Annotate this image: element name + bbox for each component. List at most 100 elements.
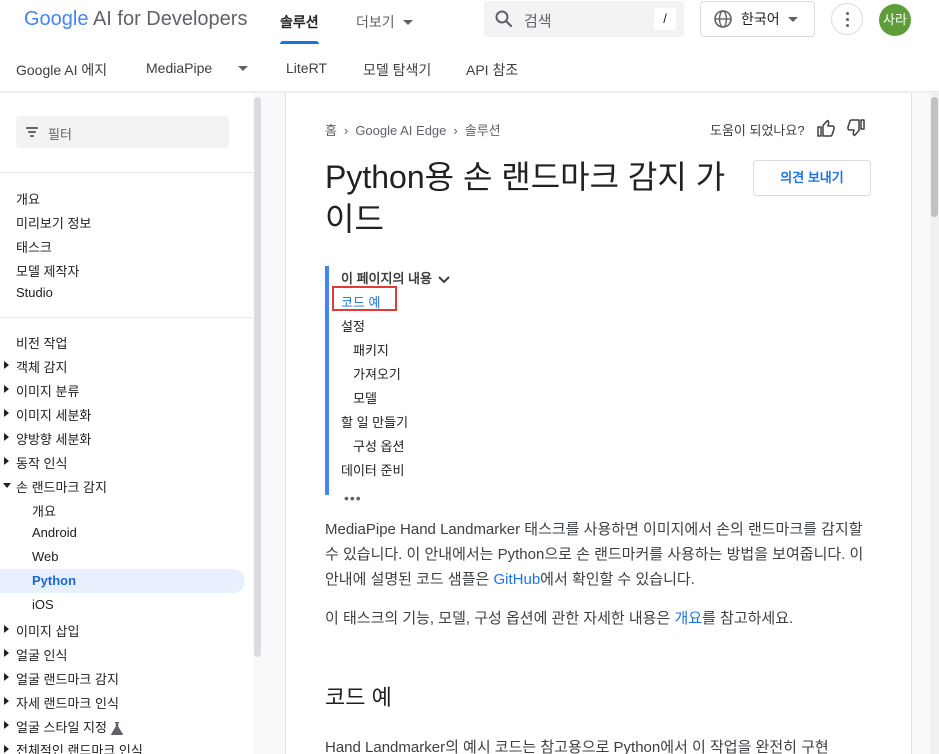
search-placeholder: 검색 <box>524 13 552 30</box>
filter-icon <box>26 127 38 139</box>
top-bar: Google AI for Developers 솔루션 더보기 검색 / 한국… <box>0 0 939 44</box>
toc-item-prepare-data[interactable]: 데이터 준비 <box>341 460 404 479</box>
expand-arrow-icon[interactable] <box>4 361 9 369</box>
toc-item-model[interactable]: 모델 <box>353 388 377 407</box>
page-title-line: 이드 <box>325 201 384 237</box>
sidebar-item-preview[interactable]: 미리보기 정보 <box>16 213 91 232</box>
expand-arrow-icon[interactable] <box>4 433 9 441</box>
expand-arrow-icon[interactable] <box>4 649 9 657</box>
page-scrollbar[interactable] <box>930 93 939 754</box>
product-nav: Google AI 에지 MediaPipe LiteRT 모델 탐색기 API… <box>0 44 939 92</box>
sidebar-item-holistic-landmark[interactable]: 전체적인 랜드마크 인식 <box>16 740 143 754</box>
sidebar-subitem-web[interactable]: Web <box>32 549 59 564</box>
toc-highlight-box <box>332 286 397 311</box>
toc-item-setup[interactable]: 설정 <box>341 316 365 335</box>
sidebar-item-face-stylization[interactable]: 얼굴 스타일 지정 <box>16 717 123 736</box>
chevron-down-icon <box>402 19 413 25</box>
sidebar-subitem-overview[interactable]: 개요 <box>32 501 56 520</box>
toc-item-create-task[interactable]: 할 일 만들기 <box>341 412 408 431</box>
subnav-litert[interactable]: LiteRT <box>286 60 327 76</box>
intro-paragraph: MediaPipe Hand Landmarker 태스크를 사용하면 이미지에… <box>325 517 873 592</box>
thumb-up-icon[interactable] <box>816 118 836 138</box>
subnav-model-explorer[interactable]: 모델 탐색기 <box>363 60 431 80</box>
breadcrumb-solutions[interactable]: 솔루션 <box>465 123 501 138</box>
sidebar-item-object-detection[interactable]: 객체 감지 <box>16 357 67 376</box>
subnav-api-reference[interactable]: API 참조 <box>466 60 518 80</box>
section-heading-code-example: 코드 예 <box>325 685 392 710</box>
chevron-down-icon[interactable] <box>238 66 248 71</box>
search-icon <box>495 10 513 28</box>
expand-arrow-icon[interactable] <box>4 721 9 729</box>
sidebar-item-studio[interactable]: Studio <box>16 285 53 300</box>
kebab-dot-icon <box>846 12 849 15</box>
thumb-down-icon[interactable] <box>846 118 866 138</box>
avatar[interactable]: 사라 <box>879 4 911 36</box>
sidebar-scrollbar[interactable] <box>253 93 262 754</box>
sidebar-item-hand-landmark[interactable]: 손 랜드마크 감지 <box>16 477 107 496</box>
globe-icon <box>714 10 732 28</box>
overview-link[interactable]: 개요 <box>674 610 702 627</box>
site-logo[interactable]: Google AI for Developers <box>24 8 247 31</box>
subnav-ai-edge[interactable]: Google AI 에지 <box>16 60 107 80</box>
language-label: 한국어 <box>741 11 780 27</box>
sidebar-item-tasks[interactable]: 태스크 <box>16 237 52 256</box>
helpful-prompt: 도움이 되었나요? <box>710 123 805 138</box>
expand-arrow-icon[interactable] <box>4 409 9 417</box>
nav-solutions[interactable]: 솔루션 <box>280 0 319 44</box>
sidebar-item-face-detection[interactable]: 얼굴 인식 <box>16 645 67 664</box>
expand-arrow-icon[interactable] <box>4 625 9 633</box>
kebab-dot-icon <box>846 24 849 27</box>
sidebar-item-image-classification[interactable]: 이미지 분류 <box>16 381 79 400</box>
sidebar-scrollbar-thumb[interactable] <box>254 97 261 657</box>
code-example-paragraph: Hand Landmarker의 예시 코드는 참고용으로 Python에서 이… <box>325 739 829 754</box>
filter-input[interactable]: 필터 <box>16 116 229 148</box>
search-box[interactable]: 검색 / <box>484 1 684 37</box>
toc-bar <box>325 266 329 495</box>
sidebar-item-overview[interactable]: 개요 <box>16 189 40 208</box>
search-shortcut-key: / <box>654 8 676 30</box>
breadcrumb-home[interactable]: 홈 <box>325 123 337 138</box>
page-scrollbar-thumb[interactable] <box>931 97 938 217</box>
page-title: Python용 손 랜드마크 감지 가 이드 <box>325 156 735 240</box>
intro-text-end: 에서 확인할 수 있습니다. <box>540 571 695 588</box>
overview-text-end: 를 참고하세요. <box>702 610 794 627</box>
expand-arrow-icon[interactable] <box>4 673 9 681</box>
sidebar-subitem-python[interactable]: Python <box>32 573 76 588</box>
breadcrumb-chevron-icon: › <box>453 123 458 138</box>
nav-more-label: 더보기 <box>356 14 395 30</box>
toc-item-config-options[interactable]: 구성 옵션 <box>353 436 404 455</box>
left-sidebar: 필터 개요 미리보기 정보 태스크 모델 제작자 Studio 비전 작업 객체… <box>0 93 262 754</box>
sidebar-item-pose-landmark[interactable]: 자세 랜드마크 인식 <box>16 693 119 712</box>
sidebar-item-gesture-recognition[interactable]: 동작 인식 <box>16 453 67 472</box>
toc-item-imports[interactable]: 가져오기 <box>353 364 401 383</box>
sidebar-item-model-maker[interactable]: 모델 제작자 <box>16 261 79 280</box>
expand-arrow-icon[interactable] <box>4 745 9 753</box>
expand-arrow-icon[interactable] <box>4 457 9 465</box>
sidebar-subitem-ios[interactable]: iOS <box>32 597 54 612</box>
chevron-down-icon <box>787 16 798 22</box>
toc-more-icon[interactable]: ••• <box>344 490 362 506</box>
filter-placeholder: 필터 <box>48 127 72 142</box>
github-link[interactable]: GitHub <box>493 571 540 588</box>
send-feedback-button[interactable]: 의견 보내기 <box>753 160 871 196</box>
language-selector[interactable]: 한국어 <box>700 1 815 37</box>
collapse-arrow-icon[interactable] <box>3 483 11 488</box>
chevron-down-icon <box>438 275 450 283</box>
sidebar-item-interactive-segmentation[interactable]: 양방향 세분화 <box>16 429 91 448</box>
breadcrumb: 홈 › Google AI Edge › 솔루션 <box>325 120 501 139</box>
sidebar-divider <box>0 317 253 318</box>
toc-item-packages[interactable]: 패키지 <box>353 340 389 359</box>
nav-more[interactable]: 더보기 <box>356 0 413 44</box>
sidebar-item-image-embedding[interactable]: 이미지 삽입 <box>16 621 79 640</box>
subnav-mediapipe[interactable]: MediaPipe <box>146 60 212 76</box>
toc-heading[interactable]: 이 페이지의 내용 <box>341 268 450 287</box>
more-options-button[interactable] <box>831 3 863 35</box>
flask-icon <box>111 722 123 736</box>
sidebar-item-face-landmark[interactable]: 얼굴 랜드마크 감지 <box>16 669 119 688</box>
sidebar-item-image-segmentation[interactable]: 이미지 세분화 <box>16 405 91 424</box>
sidebar-subitem-android[interactable]: Android <box>32 525 77 540</box>
expand-arrow-icon[interactable] <box>4 385 9 393</box>
sidebar-section-vision: 비전 작업 <box>16 336 68 351</box>
expand-arrow-icon[interactable] <box>4 697 9 705</box>
breadcrumb-ai-edge[interactable]: Google AI Edge <box>355 123 446 138</box>
